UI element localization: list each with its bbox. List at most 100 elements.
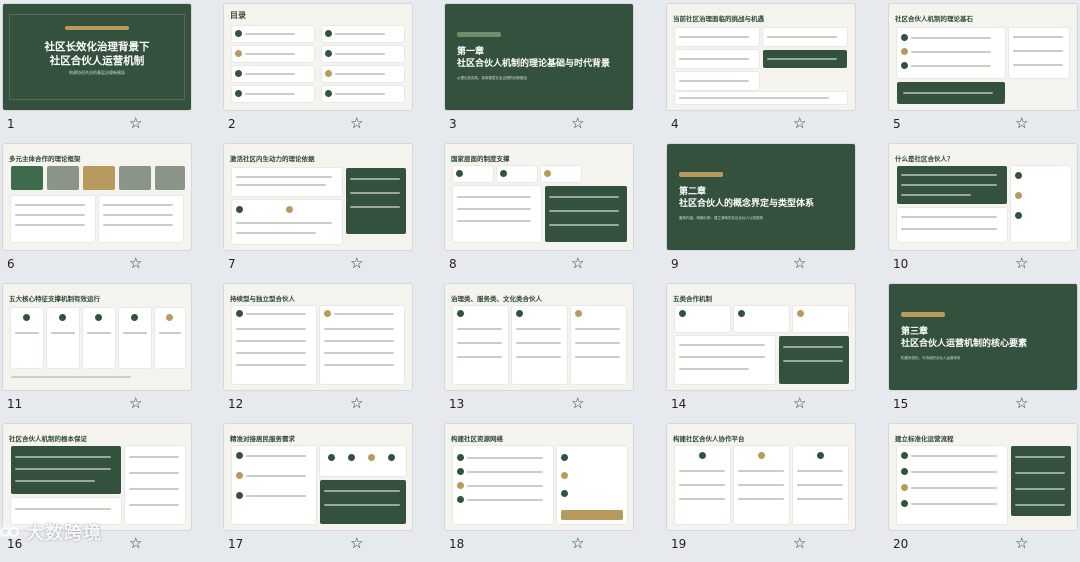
star-icon[interactable]: ☆ bbox=[129, 114, 142, 132]
star-icon[interactable]: ☆ bbox=[129, 254, 142, 272]
star-icon[interactable]: ☆ bbox=[793, 254, 806, 272]
slide-number: 6 bbox=[7, 257, 15, 271]
slide-preview[interactable]: 治理类、服务类、文化类合伙人 bbox=[445, 284, 633, 390]
slide-thumbnail-13[interactable]: 治理类、服务类、文化类合伙人 13 ☆ bbox=[445, 284, 633, 422]
star-icon[interactable]: ☆ bbox=[350, 394, 363, 412]
slide-preview[interactable]: 构建社区合伙人协作平台 bbox=[667, 424, 855, 530]
slide-preview[interactable]: 多元主体合作的理论框架 bbox=[3, 144, 191, 250]
slide-number: 13 bbox=[449, 397, 465, 411]
star-icon[interactable]: ☆ bbox=[571, 534, 584, 552]
slide-title: 激活社区内生动力的理论依据 bbox=[230, 155, 315, 163]
star-icon[interactable]: ☆ bbox=[129, 394, 142, 412]
slide-title: 五大核心特征支撑机制有效运行 bbox=[9, 295, 100, 303]
slide-title: 持续型与独立型合伙人 bbox=[230, 295, 295, 303]
slide-title: 第一章 社区合伙人机制的理论基础与时代背景 bbox=[457, 47, 611, 69]
slide-tag bbox=[65, 26, 129, 30]
star-icon[interactable]: ☆ bbox=[1015, 254, 1028, 272]
star-icon[interactable]: ☆ bbox=[793, 534, 806, 552]
slide-thumbnail-19[interactable]: 构建社区合伙人协作平台 19 ☆ bbox=[667, 424, 855, 562]
slide-preview[interactable]: 建立标准化运营流程 bbox=[889, 424, 1077, 530]
star-icon[interactable]: ☆ bbox=[350, 534, 363, 552]
slide-preview[interactable]: 社区合伙人机制的根本保证 bbox=[3, 424, 191, 530]
slide-thumbnail-5[interactable]: 社区合伙人机制的理论基石 5 ☆ bbox=[889, 4, 1077, 142]
slide-title: 社区合伙人机制的根本保证 bbox=[9, 435, 87, 443]
slide-thumbnail-3[interactable]: 第一章 社区合伙人机制的理论基础与时代背景 从理论到实践，探索基层社会治理的创新… bbox=[445, 4, 633, 142]
slide-preview[interactable]: 精准对接居民服务需求 bbox=[224, 424, 412, 530]
slide-thumbnail-6[interactable]: 多元主体合作的理论框架 6 ☆ bbox=[3, 144, 191, 282]
star-icon[interactable]: ☆ bbox=[1015, 534, 1028, 552]
slide-number: 15 bbox=[893, 397, 909, 411]
slide-sorter-grid: 社区长效化治理背景下 社区合伙人运营机制 构建协同共治的基层治理新格局 1 ☆ … bbox=[0, 0, 1080, 552]
slide-preview[interactable]: 第三章 社区合伙人运营机制的核心要素 构建系统化、可持续的合伙人运营体系 bbox=[889, 284, 1077, 390]
slide-preview[interactable]: 什么是社区合伙人？ bbox=[889, 144, 1077, 250]
slide-preview[interactable]: 五类合作机制 bbox=[667, 284, 855, 390]
star-icon[interactable]: ☆ bbox=[350, 114, 363, 132]
slide-number: 10 bbox=[893, 257, 909, 271]
slide-thumbnail-14[interactable]: 五类合作机制 14 ☆ bbox=[667, 284, 855, 422]
slide-number: 7 bbox=[228, 257, 236, 271]
star-icon[interactable]: ☆ bbox=[350, 254, 363, 272]
slide-number: 9 bbox=[671, 257, 679, 271]
slide-thumbnail-8[interactable]: 国家层面的制度支撑 8 ☆ bbox=[445, 144, 633, 282]
slide-title: 什么是社区合伙人？ bbox=[895, 155, 954, 163]
star-icon[interactable]: ☆ bbox=[793, 114, 806, 132]
slide-preview[interactable]: 当前社区治理面临的挑战与机遇 bbox=[667, 4, 855, 110]
slide-thumbnail-18[interactable]: 构建社区资源网络 18 ☆ bbox=[445, 424, 633, 562]
slide-preview[interactable]: 国家层面的制度支撑 bbox=[445, 144, 633, 250]
slide-subtitle: 厘清内涵，明确分类：建立清晰的社区合伙人认知框架 bbox=[679, 216, 763, 220]
slide-title: 构建社区资源网络 bbox=[451, 435, 503, 443]
slide-number: 20 bbox=[893, 537, 909, 551]
slide-preview[interactable]: 第二章 社区合伙人的概念界定与类型体系 厘清内涵，明确分类：建立清晰的社区合伙人… bbox=[667, 144, 855, 250]
slide-preview[interactable]: 社区合伙人机制的理论基石 bbox=[889, 4, 1077, 110]
slide-subtitle: 构建系统化、可持续的合伙人运营体系 bbox=[901, 356, 961, 360]
star-icon[interactable]: ☆ bbox=[1015, 394, 1028, 412]
slide-number: 2 bbox=[228, 117, 236, 131]
slide-thumbnail-11[interactable]: 五大核心特征支撑机制有效运行 11 ☆ bbox=[3, 284, 191, 422]
star-icon[interactable]: ☆ bbox=[571, 394, 584, 412]
slide-preview[interactable]: 第一章 社区合伙人机制的理论基础与时代背景 从理论到实践，探索基层社会治理的创新… bbox=[445, 4, 633, 110]
slide-title: 国家层面的制度支撑 bbox=[451, 155, 510, 163]
slide-title: 建立标准化运营流程 bbox=[895, 435, 954, 443]
slide-preview[interactable]: 五大核心特征支撑机制有效运行 bbox=[3, 284, 191, 390]
slide-thumbnail-15[interactable]: 第三章 社区合伙人运营机制的核心要素 构建系统化、可持续的合伙人运营体系 15 … bbox=[889, 284, 1077, 422]
slide-preview[interactable]: 激活社区内生动力的理论依据 bbox=[224, 144, 412, 250]
slide-thumbnail-7[interactable]: 激活社区内生动力的理论依据 7 ☆ bbox=[224, 144, 412, 282]
slide-preview[interactable]: 社区长效化治理背景下 社区合伙人运营机制 构建协同共治的基层治理新格局 bbox=[3, 4, 191, 110]
watermark-logo-icon bbox=[0, 524, 22, 540]
slide-title: 社区合伙人机制的理论基石 bbox=[895, 15, 973, 23]
star-icon[interactable]: ☆ bbox=[571, 114, 584, 132]
slide-number: 8 bbox=[449, 257, 457, 271]
slide-number: 19 bbox=[671, 537, 687, 551]
watermark: 大数跨境 bbox=[0, 517, 150, 547]
slide-number: 1 bbox=[7, 117, 15, 131]
slide-preview[interactable]: 构建社区资源网络 bbox=[445, 424, 633, 530]
star-icon[interactable]: ☆ bbox=[571, 254, 584, 272]
slide-number: 14 bbox=[671, 397, 687, 411]
slide-title: 多元主体合作的理论框架 bbox=[9, 155, 81, 163]
slide-thumbnail-20[interactable]: 建立标准化运营流程 20 ☆ bbox=[889, 424, 1077, 562]
slide-number: 17 bbox=[228, 537, 244, 551]
slide-thumbnail-9[interactable]: 第二章 社区合伙人的概念界定与类型体系 厘清内涵，明确分类：建立清晰的社区合伙人… bbox=[667, 144, 855, 282]
slide-subtitle: 从理论到实践，探索基层社会治理的创新路径 bbox=[457, 76, 527, 80]
slide-title: 五类合作机制 bbox=[673, 295, 712, 303]
slide-thumbnail-1[interactable]: 社区长效化治理背景下 社区合伙人运营机制 构建协同共治的基层治理新格局 1 ☆ bbox=[3, 4, 191, 142]
slide-thumbnail-12[interactable]: 持续型与独立型合伙人 12 ☆ bbox=[224, 284, 412, 422]
slide-title: 第三章 社区合伙人运营机制的核心要素 bbox=[901, 327, 1028, 349]
slide-subtitle: 构建协同共治的基层治理新格局 bbox=[69, 70, 125, 75]
slide-title: 社区长效化治理背景下 社区合伙人运营机制 bbox=[44, 41, 150, 67]
slide-number: 3 bbox=[449, 117, 457, 131]
slide-thumbnail-17[interactable]: 精准对接居民服务需求 17 ☆ bbox=[224, 424, 412, 562]
slide-preview[interactable]: 持续型与独立型合伙人 bbox=[224, 284, 412, 390]
slide-title: 当前社区治理面临的挑战与机遇 bbox=[673, 15, 764, 23]
slide-preview[interactable]: 目录 bbox=[224, 4, 412, 110]
slide-title: 治理类、服务类、文化类合伙人 bbox=[451, 295, 542, 303]
star-icon[interactable]: ☆ bbox=[793, 394, 806, 412]
slide-thumbnail-10[interactable]: 什么是社区合伙人？ 10 ☆ bbox=[889, 144, 1077, 282]
slide-title: 构建社区合伙人协作平台 bbox=[673, 435, 745, 443]
slide-thumbnail-2[interactable]: 目录 2 ☆ bbox=[224, 4, 412, 142]
star-icon[interactable]: ☆ bbox=[1015, 114, 1028, 132]
slide-number: 11 bbox=[7, 397, 23, 411]
slide-title: 第二章 社区合伙人的概念界定与类型体系 bbox=[679, 187, 815, 209]
slide-number: 5 bbox=[893, 117, 901, 131]
slide-thumbnail-4[interactable]: 当前社区治理面临的挑战与机遇 4 ☆ bbox=[667, 4, 855, 142]
